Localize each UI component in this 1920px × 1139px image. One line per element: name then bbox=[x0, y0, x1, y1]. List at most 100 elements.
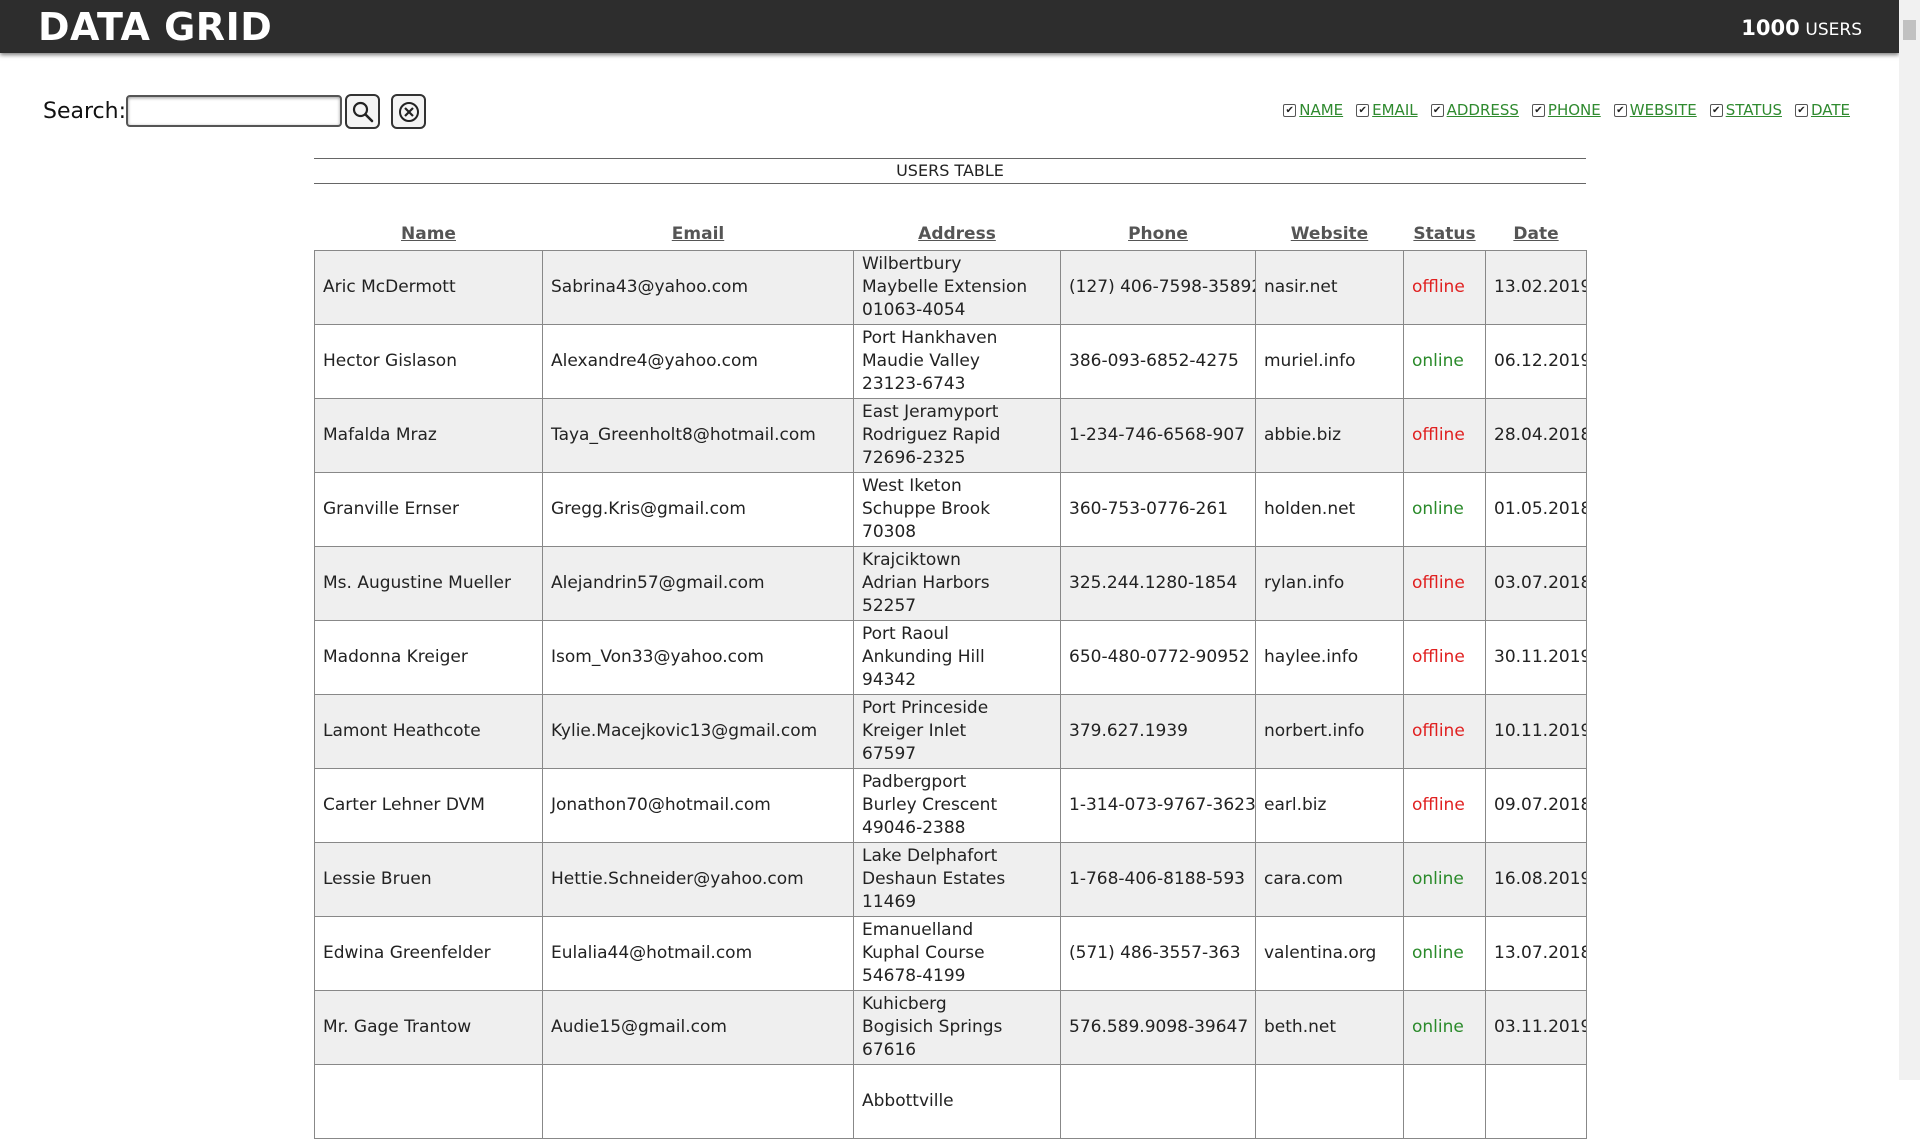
cell-email: Gregg.Kris@gmail.com bbox=[542, 472, 854, 547]
cell-status: offline bbox=[1403, 250, 1486, 325]
cell-name: Edwina Greenfelder bbox=[314, 916, 543, 991]
column-toggle-label[interactable]: STATUS bbox=[1726, 101, 1782, 119]
cell-status: offline bbox=[1403, 694, 1486, 769]
column-toggle-label[interactable]: NAME bbox=[1299, 101, 1343, 119]
vertical-scrollbar[interactable] bbox=[1899, 0, 1920, 1080]
cell-website: valentina.org bbox=[1255, 916, 1404, 991]
address-line: East Jeramyport bbox=[862, 402, 999, 422]
table-row[interactable]: Mafalda Mraz Taya_Greenholt8@hotmail.com E… bbox=[314, 398, 1587, 473]
column-toggle-email[interactable]: ✔ EMAIL bbox=[1356, 101, 1418, 119]
cell-phone: 1-314-073-9767-36230 bbox=[1060, 768, 1256, 843]
table-row[interactable]: Hector Gislason Alexandre4@yahoo.com Port … bbox=[314, 324, 1587, 399]
column-toggle-label[interactable]: ADDRESS bbox=[1447, 101, 1519, 119]
cell-date: 03.07.2018 bbox=[1485, 546, 1587, 621]
cell-name: Mafalda Mraz bbox=[314, 398, 543, 473]
search-input[interactable] bbox=[126, 95, 342, 127]
address-line: Kreiger Inlet bbox=[862, 721, 967, 741]
table-header-row: Name Email Address Phone Website Status Date bbox=[315, 211, 1587, 251]
table-row[interactable]: Aric McDermott Sabrina43@yahoo.com Wilbert… bbox=[314, 250, 1587, 325]
cell-address: Port Hankhaven Maudie Valley 23123-6743 bbox=[853, 324, 1061, 399]
checkbox[interactable]: ✔ bbox=[1531, 103, 1545, 117]
address-line: Rodriguez Rapid bbox=[862, 425, 1001, 445]
column-toggle-label[interactable]: PHONE bbox=[1548, 101, 1601, 119]
cell-name: Hector Gislason bbox=[314, 324, 543, 399]
cell-phone: (127) 406-7598-35892 bbox=[1060, 250, 1256, 325]
address-line: Kuhicberg bbox=[862, 994, 947, 1014]
address-line: Krajciktown bbox=[862, 550, 961, 570]
address-line: Port Princeside bbox=[862, 698, 989, 718]
cell-email: Alexandre4@yahoo.com bbox=[542, 324, 854, 399]
address-line: Burley Crescent bbox=[862, 795, 998, 815]
cell-email bbox=[542, 1064, 854, 1139]
table-row[interactable]: Madonna Kreiger Isom_Von33@yahoo.com Port … bbox=[314, 620, 1587, 695]
table-row[interactable]: Lamont Heathcote Kylie.Macejkovic13@gmail… bbox=[314, 694, 1587, 769]
table-row[interactable]: Mr. Gage Trantow Audie15@gmail.com Kuhicbe… bbox=[314, 990, 1587, 1065]
cell-date: 01.05.2018 bbox=[1485, 472, 1587, 547]
checkbox[interactable]: ✔ bbox=[1709, 103, 1723, 117]
address-line: Wilbertbury bbox=[862, 254, 962, 274]
cell-date: 03.11.2019 bbox=[1485, 990, 1587, 1065]
table-row[interactable]: Abbottville bbox=[314, 1064, 1587, 1139]
table-row[interactable]: Edwina Greenfelder Eulalia44@hotmail.com E… bbox=[314, 916, 1587, 991]
checkbox[interactable]: ✔ bbox=[1613, 103, 1627, 117]
column-header-phone[interactable]: Phone bbox=[1061, 211, 1256, 251]
cell-email: Audie15@gmail.com bbox=[542, 990, 854, 1065]
column-header-website[interactable]: Website bbox=[1256, 211, 1404, 251]
clear-search-button[interactable] bbox=[391, 94, 426, 129]
column-header-date[interactable]: Date bbox=[1486, 211, 1587, 251]
column-toggle-status[interactable]: ✔ STATUS bbox=[1709, 101, 1782, 119]
checkbox[interactable]: ✔ bbox=[1430, 103, 1444, 117]
cell-address: Padbergport Burley Crescent 49046-2388 bbox=[853, 768, 1061, 843]
cell-phone: 325.244.1280-1854 bbox=[1060, 546, 1256, 621]
column-header-status[interactable]: Status bbox=[1404, 211, 1486, 251]
cell-website: cara.com bbox=[1255, 842, 1404, 917]
cell-email: Kylie.Macejkovic13@gmail.com bbox=[542, 694, 854, 769]
checkbox[interactable]: ✔ bbox=[1283, 103, 1297, 117]
table-row[interactable]: Granville Ernser Gregg.Kris@gmail.com West… bbox=[314, 472, 1587, 547]
column-header-email[interactable]: Email bbox=[543, 211, 854, 251]
clear-circle-x-icon bbox=[398, 101, 419, 122]
column-toggle-website[interactable]: ✔ WEBSITE bbox=[1613, 101, 1697, 119]
cell-status: online bbox=[1403, 472, 1486, 547]
cell-name: Granville Ernser bbox=[314, 472, 543, 547]
address-line: Emanuelland bbox=[862, 920, 974, 940]
cell-phone: 379.627.1939 bbox=[1060, 694, 1256, 769]
table-row[interactable]: Lessie Bruen Hettie.Schneider@yahoo.com La… bbox=[314, 842, 1587, 917]
app-title: DATA GRID bbox=[38, 5, 273, 49]
column-visibility-toggles: ✔ NAME ✔ EMAIL ✔ ADDRESS ✔ PHONE ✔ WEBSITE ✔ STATUS… bbox=[1283, 101, 1850, 119]
column-toggle-date[interactable]: ✔ DATE bbox=[1794, 101, 1850, 119]
column-toggle-label[interactable]: DATE bbox=[1811, 101, 1850, 119]
column-toggle-name[interactable]: ✔ NAME bbox=[1283, 101, 1343, 119]
cell-date: 13.07.2018 bbox=[1485, 916, 1587, 991]
address-line: 52257 bbox=[862, 596, 917, 616]
column-toggle-address[interactable]: ✔ ADDRESS bbox=[1430, 101, 1519, 119]
user-count-label: USERS bbox=[1805, 20, 1862, 40]
column-header-address[interactable]: Address bbox=[854, 211, 1061, 251]
address-line: Port Raoul bbox=[862, 624, 949, 644]
column-toggle-phone[interactable]: ✔ PHONE bbox=[1531, 101, 1601, 119]
checkbox[interactable]: ✔ bbox=[1794, 103, 1808, 117]
cell-name: Lamont Heathcote bbox=[314, 694, 543, 769]
cell-date: 10.11.2019 bbox=[1485, 694, 1587, 769]
cell-status: online bbox=[1403, 916, 1486, 991]
cell-website: earl.biz bbox=[1255, 768, 1404, 843]
checkbox[interactable]: ✔ bbox=[1356, 103, 1370, 117]
column-toggle-label[interactable]: EMAIL bbox=[1372, 101, 1417, 119]
column-header-name[interactable]: Name bbox=[315, 211, 543, 251]
scrollbar-thumb[interactable] bbox=[1903, 20, 1916, 40]
address-line: 54678-4199 bbox=[862, 966, 966, 986]
cell-name: Madonna Kreiger bbox=[314, 620, 543, 695]
cell-email: Jonathon70@hotmail.com bbox=[542, 768, 854, 843]
cell-name bbox=[314, 1064, 543, 1139]
address-line: Maudie Valley bbox=[862, 351, 980, 371]
cell-address: Port Raoul Ankunding Hill 94342 bbox=[853, 620, 1061, 695]
table-row[interactable]: Ms. Augustine Mueller Alejandrin57@gmail.… bbox=[314, 546, 1587, 621]
cell-date: 28.04.2018 bbox=[1485, 398, 1587, 473]
magnifier-icon bbox=[352, 101, 373, 122]
cell-name: Lessie Bruen bbox=[314, 842, 543, 917]
user-count: 1000 USERS bbox=[1741, 14, 1862, 44]
cell-address: Krajciktown Adrian Harbors 52257 bbox=[853, 546, 1061, 621]
column-toggle-label[interactable]: WEBSITE bbox=[1630, 101, 1697, 119]
table-row[interactable]: Carter Lehner DVM Jonathon70@hotmail.com P… bbox=[314, 768, 1587, 843]
search-button[interactable] bbox=[345, 94, 380, 129]
